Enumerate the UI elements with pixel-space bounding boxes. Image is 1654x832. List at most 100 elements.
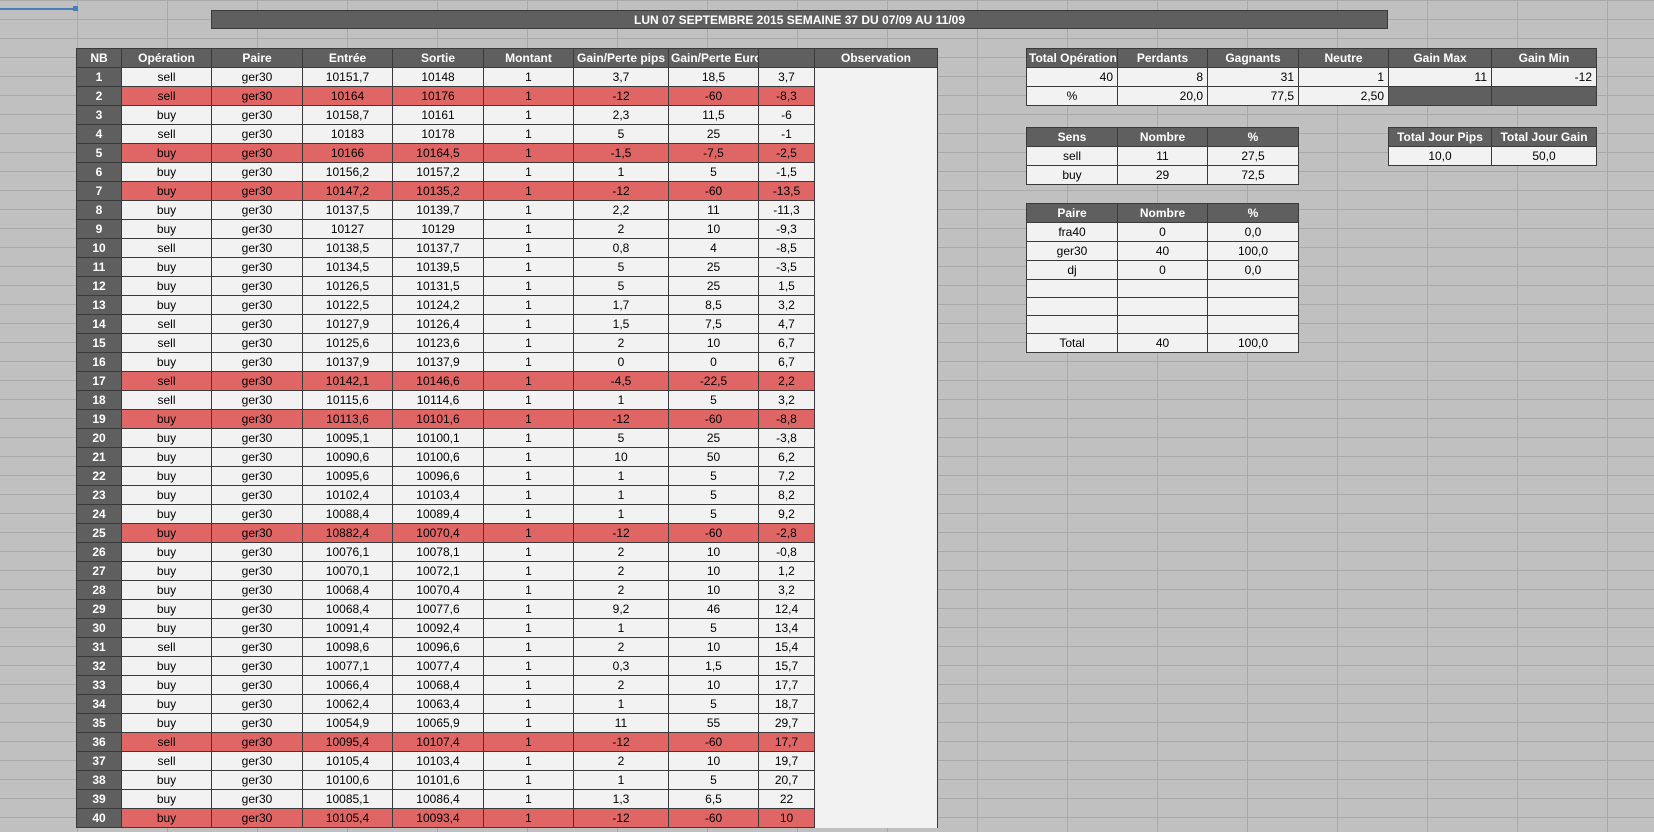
cell-paire[interactable]: ger30 xyxy=(211,314,303,334)
cell-cumul[interactable]: -8,8 xyxy=(758,409,815,429)
paire-cell[interactable]: 40 xyxy=(1117,241,1208,261)
cell-entree[interactable]: 10100,6 xyxy=(302,770,393,790)
cell-montant[interactable]: 1 xyxy=(483,86,574,106)
cell-montant[interactable]: 1 xyxy=(483,390,574,410)
paire-cell[interactable] xyxy=(1026,279,1118,298)
cell-paire[interactable]: ger30 xyxy=(211,713,303,733)
summary-header-gain-max[interactable]: Gain Max xyxy=(1388,48,1492,68)
cell-gain-pips[interactable]: 2 xyxy=(573,751,669,771)
cell-gain-pips[interactable]: 1 xyxy=(573,390,669,410)
cell-nb[interactable]: 16 xyxy=(76,352,122,372)
cell-observation[interactable] xyxy=(814,580,938,600)
cell-gain-pips[interactable]: 1,5 xyxy=(573,314,669,334)
cell-observation[interactable] xyxy=(814,219,938,239)
paire-cell[interactable] xyxy=(1207,297,1299,316)
cell-entree[interactable]: 10166 xyxy=(302,143,393,163)
cell-montant[interactable]: 1 xyxy=(483,656,574,676)
cell-paire[interactable]: ger30 xyxy=(211,504,303,524)
cell-cumul[interactable]: 20,7 xyxy=(758,770,815,790)
cell-sortie[interactable]: 10126,4 xyxy=(392,314,484,334)
cell-gain-euro[interactable]: 25 xyxy=(668,124,759,144)
cell-observation[interactable] xyxy=(814,542,938,562)
cell-sortie[interactable]: 10077,6 xyxy=(392,599,484,619)
cell-observation[interactable] xyxy=(814,561,938,581)
cell-nb[interactable]: 32 xyxy=(76,656,122,676)
cell-nb[interactable]: 24 xyxy=(76,504,122,524)
summary-neutre[interactable]: 1 xyxy=(1298,67,1389,87)
cell-cumul[interactable]: 19,7 xyxy=(758,751,815,771)
paire-cell[interactable] xyxy=(1026,297,1118,316)
cell-montant[interactable]: 1 xyxy=(483,580,574,600)
cell-nb[interactable]: 20 xyxy=(76,428,122,448)
sens-header-pct[interactable]: % xyxy=(1207,127,1299,147)
paire-header-paire[interactable]: Paire xyxy=(1026,203,1118,223)
cell-montant[interactable]: 1 xyxy=(483,200,574,220)
paire-cell[interactable] xyxy=(1207,315,1299,334)
cell-gain-pips[interactable]: 1 xyxy=(573,504,669,524)
cell-gain-pips[interactable]: 2 xyxy=(573,333,669,353)
cell-paire[interactable]: ger30 xyxy=(211,200,303,220)
col-header-observation[interactable]: Observation xyxy=(814,48,938,68)
cell-sortie[interactable]: 10070,4 xyxy=(392,580,484,600)
cell-observation[interactable] xyxy=(814,485,938,505)
cell-paire[interactable]: ger30 xyxy=(211,428,303,448)
cell-operation[interactable]: sell xyxy=(121,86,212,106)
cell-nb[interactable]: 34 xyxy=(76,694,122,714)
cell-sortie[interactable]: 10157,2 xyxy=(392,162,484,182)
cell-operation[interactable]: buy xyxy=(121,409,212,429)
cell-sortie[interactable]: 10178 xyxy=(392,124,484,144)
cell-nb[interactable]: 33 xyxy=(76,675,122,695)
cell-gain-euro[interactable]: 10 xyxy=(668,542,759,562)
cell-gain-pips[interactable]: 2 xyxy=(573,219,669,239)
cell-observation[interactable] xyxy=(814,808,938,828)
cell-montant[interactable]: 1 xyxy=(483,542,574,562)
cell-operation[interactable]: buy xyxy=(121,428,212,448)
cell-gain-euro[interactable]: 10 xyxy=(668,561,759,581)
cell-gain-pips[interactable]: 1 xyxy=(573,162,669,182)
cell-observation[interactable] xyxy=(814,390,938,410)
sens-cell[interactable]: 11 xyxy=(1117,146,1208,166)
cell-paire[interactable]: ger30 xyxy=(211,447,303,467)
cell-operation[interactable]: buy xyxy=(121,618,212,638)
paire-cell[interactable]: 0,0 xyxy=(1207,260,1299,280)
cell-gain-euro[interactable]: 7,5 xyxy=(668,314,759,334)
cell-sortie[interactable]: 10107,4 xyxy=(392,732,484,752)
cell-observation[interactable] xyxy=(814,295,938,315)
cell-operation[interactable]: buy xyxy=(121,162,212,182)
cell-gain-euro[interactable]: 46 xyxy=(668,599,759,619)
cell-sortie[interactable]: 10096,6 xyxy=(392,637,484,657)
cell-cumul[interactable]: 1,2 xyxy=(758,561,815,581)
paire-cell[interactable]: ger30 xyxy=(1026,241,1118,261)
cell-gain-pips[interactable]: 11 xyxy=(573,713,669,733)
cell-observation[interactable] xyxy=(814,86,938,106)
cell-entree[interactable]: 10095,4 xyxy=(302,732,393,752)
cell-gain-euro[interactable]: 5 xyxy=(668,162,759,182)
paire-cell[interactable]: dj xyxy=(1026,260,1118,280)
cell-gain-pips[interactable]: 9,2 xyxy=(573,599,669,619)
cell-nb[interactable]: 30 xyxy=(76,618,122,638)
cell-gain-euro[interactable]: -60 xyxy=(668,409,759,429)
cell-operation[interactable]: buy xyxy=(121,143,212,163)
cell-paire[interactable]: ger30 xyxy=(211,770,303,790)
cell-nb[interactable]: 6 xyxy=(76,162,122,182)
cell-entree[interactable]: 10137,5 xyxy=(302,200,393,220)
cell-gain-euro[interactable]: 10 xyxy=(668,580,759,600)
cell-sortie[interactable]: 10065,9 xyxy=(392,713,484,733)
cell-cumul[interactable]: -3,8 xyxy=(758,428,815,448)
cell-operation[interactable]: buy xyxy=(121,181,212,201)
cell-paire[interactable]: ger30 xyxy=(211,333,303,353)
cell-cumul[interactable]: -8,5 xyxy=(758,238,815,258)
cell-operation[interactable]: buy xyxy=(121,257,212,277)
cell-observation[interactable] xyxy=(814,409,938,429)
cell-gain-euro[interactable]: 11 xyxy=(668,200,759,220)
cell-operation[interactable]: buy xyxy=(121,485,212,505)
cell-paire[interactable]: ger30 xyxy=(211,409,303,429)
cell-gain-pips[interactable]: -12 xyxy=(573,523,669,543)
cell-nb[interactable]: 27 xyxy=(76,561,122,581)
cell-cumul[interactable]: -9,3 xyxy=(758,219,815,239)
cell-gain-euro[interactable]: 10 xyxy=(668,333,759,353)
cell-sortie[interactable]: 10129 xyxy=(392,219,484,239)
cell-cumul[interactable]: -6 xyxy=(758,105,815,125)
cell-paire[interactable]: ger30 xyxy=(211,124,303,144)
cell-nb[interactable]: 12 xyxy=(76,276,122,296)
